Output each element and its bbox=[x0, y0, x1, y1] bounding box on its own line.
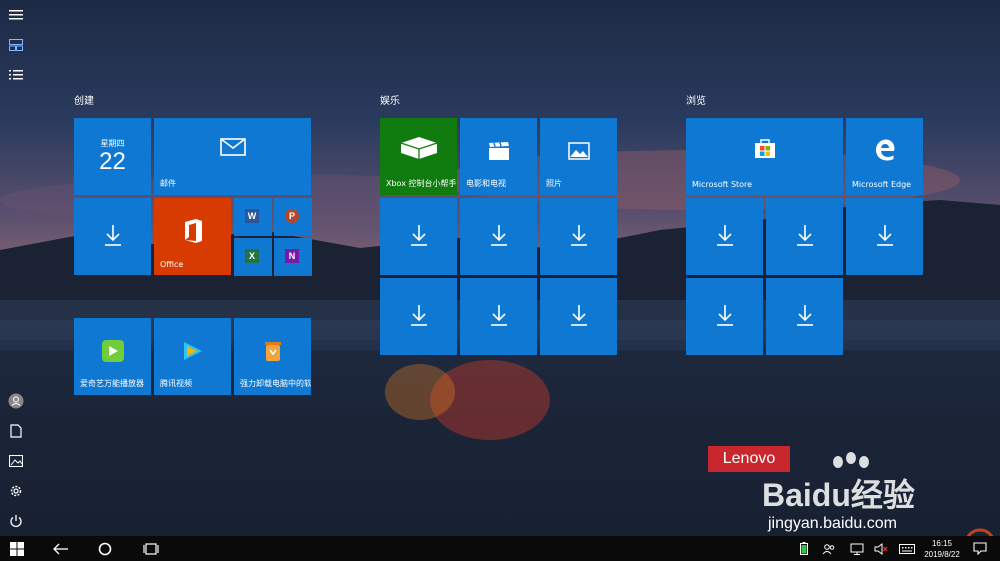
movies-tv-tile[interactable]: 电影和电视 bbox=[460, 118, 537, 195]
powerpoint-tile[interactable]: P bbox=[274, 198, 312, 236]
taskbar-clock[interactable]: 16:15 2019/8/22 bbox=[920, 538, 964, 560]
office-tile-label: Office bbox=[160, 260, 184, 269]
back-button[interactable] bbox=[46, 536, 76, 561]
download-arrow-icon bbox=[796, 224, 814, 250]
baidu-jingyan-url: jingyan.baidu.com bbox=[768, 515, 897, 532]
all-apps-icon[interactable] bbox=[6, 65, 26, 85]
onenote-icon: N bbox=[285, 249, 299, 263]
group-title-entertainment[interactable]: 娱乐 bbox=[380, 92, 400, 107]
uninstall-software-tile[interactable]: 强力卸载电脑中的软件 bbox=[234, 318, 311, 395]
office-tile[interactable]: Office bbox=[154, 198, 231, 275]
download-arrow-icon bbox=[876, 224, 894, 250]
taskbar: 16:15 2019/8/22 bbox=[0, 536, 1000, 561]
download-tile-ent-3[interactable] bbox=[540, 198, 617, 275]
back-arrow-icon bbox=[53, 543, 68, 554]
power-icon[interactable] bbox=[6, 511, 26, 531]
aiqiyi-player-icon bbox=[100, 338, 126, 368]
task-view-icon bbox=[143, 542, 159, 555]
edge-browser-icon bbox=[874, 139, 896, 165]
calendar-day: 22 bbox=[99, 148, 126, 175]
aiqiyi-player-tile[interactable]: 爱奇艺万能播放器 bbox=[74, 318, 151, 395]
movies-tv-label: 电影和电视 bbox=[466, 179, 506, 188]
download-arrow-icon bbox=[716, 304, 734, 330]
download-arrow-icon bbox=[490, 224, 508, 250]
excel-tile[interactable]: X bbox=[234, 238, 272, 276]
download-arrow-icon bbox=[410, 224, 428, 250]
download-arrow-icon bbox=[104, 224, 122, 250]
baidu-paw-icon bbox=[833, 452, 869, 468]
download-arrow-icon bbox=[570, 304, 588, 330]
photos-icon bbox=[567, 141, 590, 164]
battery-icon[interactable] bbox=[796, 536, 812, 561]
settings-gear-icon[interactable] bbox=[6, 481, 26, 501]
photos-label: 照片 bbox=[546, 179, 562, 188]
download-arrow-icon bbox=[410, 304, 428, 330]
word-tile[interactable]: W bbox=[234, 198, 272, 236]
people-icon[interactable] bbox=[820, 536, 838, 561]
download-tile-ent-6[interactable] bbox=[540, 278, 617, 355]
pinned-tiles-icon[interactable] bbox=[6, 35, 26, 55]
group-title-create[interactable]: 创建 bbox=[74, 92, 94, 107]
volume-muted-icon[interactable] bbox=[872, 536, 890, 561]
calendar-tile[interactable]: 星期四 22 bbox=[74, 118, 151, 195]
powerpoint-icon: P bbox=[285, 209, 299, 223]
download-tile-browse-3[interactable] bbox=[846, 198, 923, 275]
uninstall-software-label: 强力卸载电脑中的软件 bbox=[240, 379, 311, 388]
clapperboard-icon bbox=[488, 141, 510, 165]
onenote-tile[interactable]: N bbox=[274, 238, 312, 276]
download-arrow-icon bbox=[490, 304, 508, 330]
lenovo-logo: Lenovo bbox=[708, 446, 790, 472]
xbox-console-icon bbox=[399, 135, 439, 165]
download-tile-ent-2[interactable] bbox=[460, 198, 537, 275]
excel-icon: X bbox=[245, 249, 259, 263]
store-bag-icon bbox=[754, 137, 776, 163]
group-title-browse[interactable]: 浏览 bbox=[686, 92, 706, 107]
word-icon: W bbox=[245, 209, 259, 223]
cortana-search-button[interactable] bbox=[90, 536, 120, 561]
photos-tile[interactable]: 照片 bbox=[540, 118, 617, 195]
cortana-circle-icon bbox=[98, 542, 112, 555]
microsoft-store-tile[interactable]: Microsoft Store bbox=[686, 118, 843, 195]
user-avatar-icon[interactable] bbox=[6, 391, 26, 411]
mail-tile-label: 邮件 bbox=[160, 179, 176, 188]
mail-tile[interactable]: 邮件 bbox=[154, 118, 311, 195]
download-tile-ent-1[interactable] bbox=[380, 198, 457, 275]
pictures-icon[interactable] bbox=[6, 451, 26, 471]
clock-time: 16:15 bbox=[931, 539, 953, 548]
recycle-bin-icon bbox=[263, 340, 283, 366]
task-view-button[interactable] bbox=[136, 536, 166, 561]
download-tile-browse-2[interactable] bbox=[766, 198, 843, 275]
download-arrow-icon bbox=[796, 304, 814, 330]
documents-icon[interactable] bbox=[6, 421, 26, 441]
download-tile-create-1[interactable] bbox=[74, 198, 151, 275]
action-center-button[interactable] bbox=[970, 536, 990, 561]
xbox-tile[interactable]: Xbox 控制台小帮手 bbox=[380, 118, 457, 195]
download-tile-browse-5[interactable] bbox=[766, 278, 843, 355]
touch-keyboard-icon[interactable] bbox=[896, 536, 918, 561]
download-tile-ent-5[interactable] bbox=[460, 278, 537, 355]
hamburger-menu-icon[interactable] bbox=[6, 5, 26, 25]
microsoft-store-label: Microsoft Store bbox=[692, 180, 753, 189]
notification-icon bbox=[973, 542, 987, 555]
download-arrow-icon bbox=[716, 224, 734, 250]
download-arrow-icon bbox=[570, 224, 588, 250]
office-logo-icon bbox=[182, 218, 204, 248]
tencent-video-label: 腾讯视频 bbox=[160, 379, 192, 388]
windows-logo-icon bbox=[10, 541, 24, 556]
xbox-tile-label: Xbox 控制台小帮手 bbox=[386, 179, 457, 188]
clock-date: 2019/8/22 bbox=[924, 550, 960, 559]
start-button[interactable] bbox=[0, 536, 34, 561]
aiqiyi-player-label: 爱奇艺万能播放器 bbox=[80, 379, 144, 388]
tencent-video-tile[interactable]: 腾讯视频 bbox=[154, 318, 231, 395]
microsoft-edge-tile[interactable]: Microsoft Edge bbox=[846, 118, 923, 195]
download-tile-ent-4[interactable] bbox=[380, 278, 457, 355]
network-icon[interactable] bbox=[848, 536, 866, 561]
microsoft-edge-label: Microsoft Edge bbox=[852, 180, 912, 189]
download-tile-browse-4[interactable] bbox=[686, 278, 763, 355]
tencent-video-icon bbox=[181, 340, 205, 366]
mail-icon bbox=[219, 137, 246, 160]
download-tile-browse-1[interactable] bbox=[686, 198, 763, 275]
